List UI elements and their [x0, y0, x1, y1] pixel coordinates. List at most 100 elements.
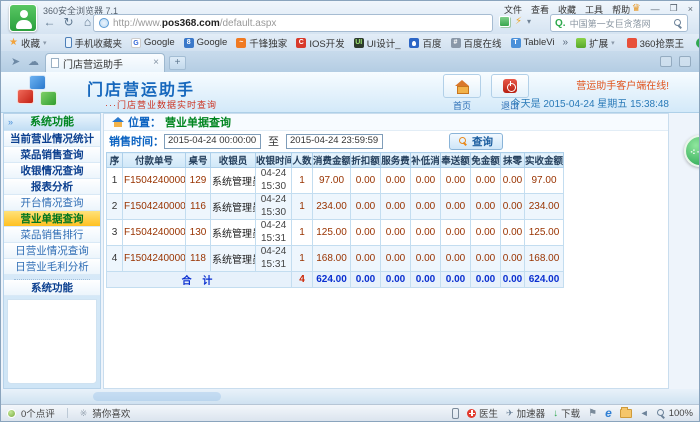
home-button[interactable]: 首页	[441, 74, 483, 112]
report-table: 序 付款单号 桌号 收银员 收银时间 人数 消费金额 折扣额 服务费 补低消 奉…	[106, 152, 564, 288]
site-globe-icon	[99, 18, 109, 28]
tab-close-icon[interactable]: ×	[153, 58, 159, 68]
sidebar-item[interactable]: 报表分析	[4, 179, 100, 195]
cloud-sync-icon[interactable]: ☁	[28, 55, 39, 68]
col-bill: 付款单号	[123, 153, 186, 168]
sidebar-menu-items: 当前营业情况统计菜品销售查询收银情况查询报表分析开台情况查询营业单据查询菜品销售…	[4, 131, 100, 296]
folder-icon[interactable]	[620, 409, 632, 418]
house-icon	[455, 80, 469, 92]
sidebar-item[interactable]: 收银情况查询	[4, 163, 100, 179]
breadcrumb-current: 营业单据查询	[165, 114, 231, 130]
zoom-control[interactable]: 100%	[657, 408, 693, 419]
collapse-chevrons-icon[interactable]: »	[8, 114, 13, 131]
ext-ticket[interactable]: 360抢票王	[624, 36, 687, 50]
speed-mode-icon[interactable]	[499, 16, 510, 27]
sidebar-item[interactable]: 菜品销售排行	[4, 227, 100, 243]
minimize-button[interactable]: —	[651, 4, 660, 14]
refresh-icon[interactable]: ↻	[60, 13, 77, 31]
speaker-icon[interactable]: ◄	[640, 408, 649, 418]
favorites-button[interactable]: ★ 收藏 ▾	[6, 36, 50, 50]
menu-file[interactable]: 文件	[504, 3, 522, 16]
sidebar-item[interactable]: 开台情况查询	[4, 195, 100, 211]
location-house-icon	[112, 117, 124, 127]
download-button[interactable]: ↓下载	[553, 406, 580, 420]
restore-tab-icon[interactable]	[660, 56, 672, 67]
blue-app-icon: 8	[184, 38, 194, 48]
query-button[interactable]: 查询	[449, 133, 503, 150]
cell-cashier: 系统管理员	[211, 168, 256, 194]
bookmark-baidu[interactable]: 百度	[406, 36, 444, 50]
guess-you-like[interactable]: 猜你喜欢	[92, 406, 130, 420]
date-from-input[interactable]: 2015-04-24 00:00:00	[164, 134, 261, 149]
menu-view[interactable]: 查看	[531, 3, 549, 16]
baidu-paw-icon	[409, 38, 419, 48]
cell-free: 0.00	[471, 194, 501, 220]
back-icon[interactable]: ←	[41, 13, 58, 31]
close-button[interactable]: ×	[688, 4, 693, 14]
cell-bill: F15042400004	[123, 220, 186, 246]
col-amount: 消费金额	[313, 153, 351, 168]
doctor-button[interactable]: 医生	[467, 406, 498, 420]
accelerator-button[interactable]: ✈加速器	[506, 406, 545, 420]
col-actual: 实收金额	[525, 153, 564, 168]
bookmark-tablevi[interactable]: TTableVi	[508, 37, 558, 48]
cell-makeup: 0.00	[411, 168, 441, 194]
sidebar-header[interactable]: » 系统功能	[4, 114, 100, 131]
sidebar-item[interactable]: 日营业情况查询	[4, 243, 100, 259]
sidebar-item[interactable]: 系统功能	[4, 280, 100, 296]
lightning-icon[interactable]: ⚡	[515, 17, 522, 27]
ie-mode-icon[interactable]: e	[605, 407, 612, 419]
bookmark-ui[interactable]: UIUI设计_	[351, 36, 404, 50]
tab-list-icon[interactable]	[679, 56, 691, 67]
cell-amount: 234.00	[313, 194, 351, 220]
tab-active[interactable]: 门店营运助手 ×	[45, 53, 165, 72]
cell-table: 116	[186, 194, 211, 220]
bookmark-qianfeng[interactable]: ~千锋独家	[233, 36, 290, 50]
cell-persons: 1	[292, 168, 313, 194]
swoosh-icon: ~	[236, 38, 246, 48]
cell-round: 0.00	[501, 220, 525, 246]
phone-link-icon[interactable]	[452, 408, 459, 419]
bookmark-google2[interactable]: 8Google	[181, 37, 231, 48]
col-service: 服务费	[381, 153, 411, 168]
col-makeup: 补低消	[411, 153, 441, 168]
quick-access-icon[interactable]: ➤	[11, 55, 20, 68]
cell-gift: 0.00	[441, 246, 471, 272]
star-icon: ★	[9, 37, 18, 48]
puzzle-icon	[576, 38, 586, 48]
ext-bank[interactable]: 网银▾	[693, 36, 700, 50]
bookmarks-overflow-icon[interactable]: »	[561, 37, 571, 48]
vip-crown-icon[interactable]: ♛	[632, 3, 641, 14]
search-icon[interactable]	[674, 19, 683, 28]
sidebar-item[interactable]: 当前营业情况统计	[4, 131, 100, 147]
sidebar-item[interactable]: 菜品销售查询	[4, 147, 100, 163]
mode-chevron-icon[interactable]: ▾	[527, 17, 531, 26]
search-input[interactable]: 中国第一女巨贪落网	[570, 17, 670, 30]
address-bar[interactable]: http://www.pos368.com/default.aspx	[93, 14, 493, 32]
nav-buttons: ← ↻ ⌂	[41, 13, 96, 31]
bookmark-baidu-online[interactable]: #百度在线	[448, 36, 505, 50]
flag-icon[interactable]: ⚑	[588, 408, 597, 419]
date-to-input[interactable]: 2015-04-24 23:59:59	[286, 134, 383, 149]
bookmark-ios[interactable]: CIOS开发	[293, 36, 347, 50]
table-row: 1F15042400003129系统管理员04-2415:30197.000.0…	[107, 168, 564, 194]
window-controls: ♛ — ❐ ×	[632, 3, 693, 14]
service-dots-icon: ⁖⁖	[690, 148, 700, 157]
col-round: 抹零	[501, 153, 525, 168]
ext-extensions[interactable]: 扩展▾	[573, 36, 618, 50]
address-extra-icons: ⚡ ▾	[499, 16, 531, 27]
ticket-icon	[627, 38, 637, 48]
main-content: 位置： 营业单据查询 销售时间： 2015-04-24 00:00:00 至 2…	[103, 113, 669, 389]
total-persons: 4	[292, 272, 313, 288]
sidebar-item-selected[interactable]: 营业单据查询	[4, 211, 100, 227]
restore-button[interactable]: ❐	[670, 3, 678, 14]
reviews-count[interactable]: 0个点评	[21, 406, 55, 420]
url-text[interactable]: http://www.pos368.com/default.aspx	[113, 18, 276, 29]
bookmark-google1[interactable]: GGoogle	[128, 37, 178, 48]
search-box[interactable]: Q. 中国第一女巨贪落网	[550, 14, 688, 32]
new-tab-button[interactable]: +	[169, 56, 186, 70]
table-row: 3F15042400004130系统管理员04-2415:311125.000.…	[107, 220, 564, 246]
bookmark-mobile[interactable]: 手机收藏夹	[62, 36, 126, 50]
user-avatar-icon[interactable]	[9, 4, 37, 32]
sidebar-item[interactable]: 日营业毛利分析	[4, 259, 100, 275]
